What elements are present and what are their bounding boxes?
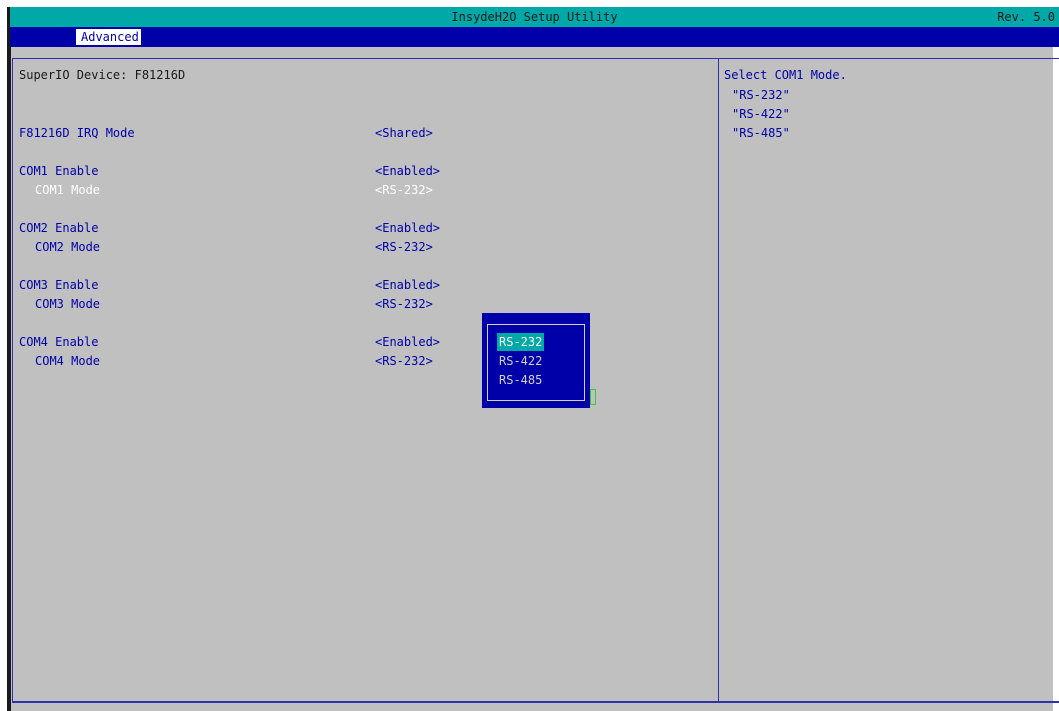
panel-divider [718, 58, 719, 702]
title-bar: InsydeH2O Setup Utility Rev. 5.0 [10, 7, 1059, 27]
left-border [7, 7, 11, 711]
com3-enable-label[interactable]: COM3 Enable [19, 277, 98, 293]
popup-option-rs422[interactable]: RS-422 [497, 352, 544, 370]
irq-mode-value[interactable]: <Shared> [375, 125, 433, 141]
com3-enable-value[interactable]: <Enabled> [375, 277, 440, 293]
popup-option-rs485[interactable]: RS-485 [497, 371, 544, 389]
com4-mode-value[interactable]: <RS-232> [375, 353, 433, 369]
com2-enable-label[interactable]: COM2 Enable [19, 220, 98, 236]
help-line: "RS-485" [732, 126, 790, 140]
com1-enable-label[interactable]: COM1 Enable [19, 163, 98, 179]
com4-mode-label[interactable]: COM4 Mode [35, 353, 100, 369]
tab-advanced[interactable]: Advanced [76, 29, 141, 45]
help-line: "RS-232" [732, 88, 790, 102]
com1-mode-value[interactable]: <RS-232> [375, 182, 433, 198]
com1-mode-label[interactable]: COM1 Mode [35, 182, 100, 198]
com1-enable-value[interactable]: <Enabled> [375, 163, 440, 179]
com2-mode-value[interactable]: <RS-232> [375, 239, 433, 255]
menu-bar: Advanced [10, 27, 1059, 47]
help-line: "RS-422" [732, 107, 790, 121]
popup-option-rs232[interactable]: RS-232 [497, 333, 545, 351]
com1-mode-popup: RS-232 RS-422 RS-485 [482, 313, 590, 408]
com4-enable-label[interactable]: COM4 Enable [19, 334, 98, 350]
com2-enable-value[interactable]: <Enabled> [375, 220, 440, 236]
window-title: InsydeH2O Setup Utility [451, 10, 618, 24]
com4-enable-value[interactable]: <Enabled> [375, 334, 440, 350]
com3-mode-label[interactable]: COM3 Mode [35, 296, 100, 312]
revision-label: Rev. 5.0 [997, 10, 1055, 24]
device-heading: SuperIO Device: F81216D [19, 68, 186, 82]
irq-mode-label[interactable]: F81216D IRQ Mode [19, 125, 135, 141]
bottom-border [12, 702, 1059, 711]
text-cursor [590, 389, 596, 405]
help-title: Select COM1 Mode. [724, 68, 847, 82]
com2-mode-label[interactable]: COM2 Mode [35, 239, 100, 255]
com3-mode-value[interactable]: <RS-232> [375, 296, 433, 312]
